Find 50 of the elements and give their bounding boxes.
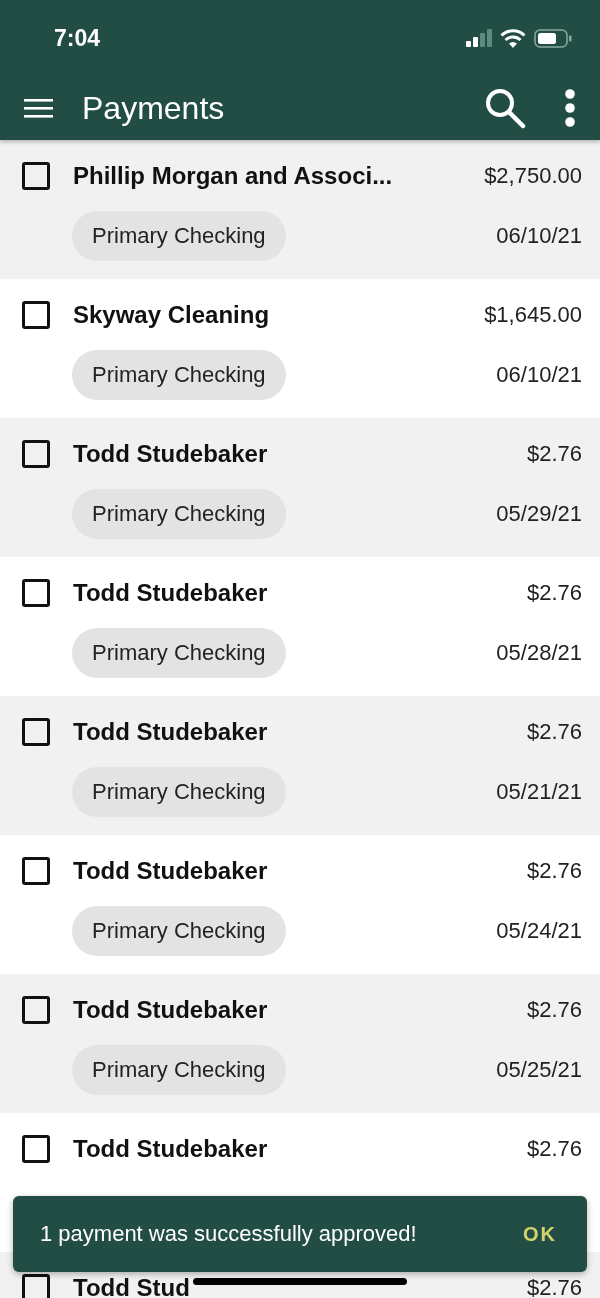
- payment-amount: $2.76: [526, 1275, 582, 1298]
- payee-name: Phillip Morgan and Associ...: [73, 162, 393, 190]
- checkbox[interactable]: [22, 718, 50, 746]
- search-icon[interactable]: [484, 87, 526, 129]
- payment-amount: $2.76: [526, 719, 582, 745]
- ok-button[interactable]: OK: [519, 1218, 561, 1250]
- payment-date: 05/28/21: [496, 640, 582, 666]
- account-chip: Primary Checking: [72, 211, 286, 261]
- payment-date: 05/25/21: [496, 1057, 582, 1083]
- payment-amount: $2,750.00: [484, 163, 582, 189]
- more-options-icon[interactable]: [564, 89, 576, 127]
- payee-name: Todd Studebaker: [73, 579, 268, 607]
- wifi-icon: [500, 28, 526, 48]
- account-chip: Primary Checking: [72, 906, 286, 956]
- account-chip: Primary Checking: [72, 350, 286, 400]
- payment-date: 05/21/21: [496, 779, 582, 805]
- payment-amount: $1,645.00: [484, 302, 582, 328]
- account-chip: Primary Checking: [72, 767, 286, 817]
- account-chip: Primary Checking: [72, 628, 286, 678]
- payee-name: Todd Studebaker: [73, 718, 268, 746]
- payment-date: 06/10/21: [496, 362, 582, 388]
- checkbox[interactable]: [22, 162, 50, 190]
- checkbox[interactable]: [22, 857, 50, 885]
- payment-amount: $2.76: [526, 580, 582, 606]
- payee-name: Todd Studebaker: [73, 996, 268, 1024]
- checkbox[interactable]: [22, 440, 50, 468]
- payment-date: 06/10/21: [496, 223, 582, 249]
- checkbox[interactable]: [22, 301, 50, 329]
- payment-date: 05/24/21: [496, 918, 582, 944]
- menu-icon[interactable]: [24, 97, 54, 119]
- checkbox[interactable]: [22, 1135, 50, 1163]
- payment-amount: $2.76: [526, 441, 582, 467]
- status-time: 7:04: [54, 24, 101, 52]
- payment-amount: $2.76: [526, 997, 582, 1023]
- payment-amount: $2.76: [526, 858, 582, 884]
- account-chip: Primary Checking: [72, 1045, 286, 1095]
- battery-icon: [534, 28, 572, 48]
- payment-amount: $2.76: [526, 1136, 582, 1162]
- app-title: Payments: [82, 89, 226, 127]
- snackbar-message: 1 payment was successfully approved!: [40, 1221, 417, 1247]
- checkbox[interactable]: [22, 996, 50, 1024]
- signal-icon: [466, 29, 492, 47]
- payee-name: Todd Studebaker: [73, 440, 268, 468]
- payment-date: 05/29/21: [496, 501, 582, 527]
- checkbox[interactable]: [22, 579, 50, 607]
- payee-name: Todd Studebaker: [73, 857, 268, 885]
- payee-name: Todd Studebaker: [73, 1135, 268, 1163]
- payee-name: Skyway Cleaning: [73, 301, 270, 329]
- payee-name: Todd Stud: [73, 1274, 190, 1298]
- account-chip: Primary Checking: [72, 489, 286, 539]
